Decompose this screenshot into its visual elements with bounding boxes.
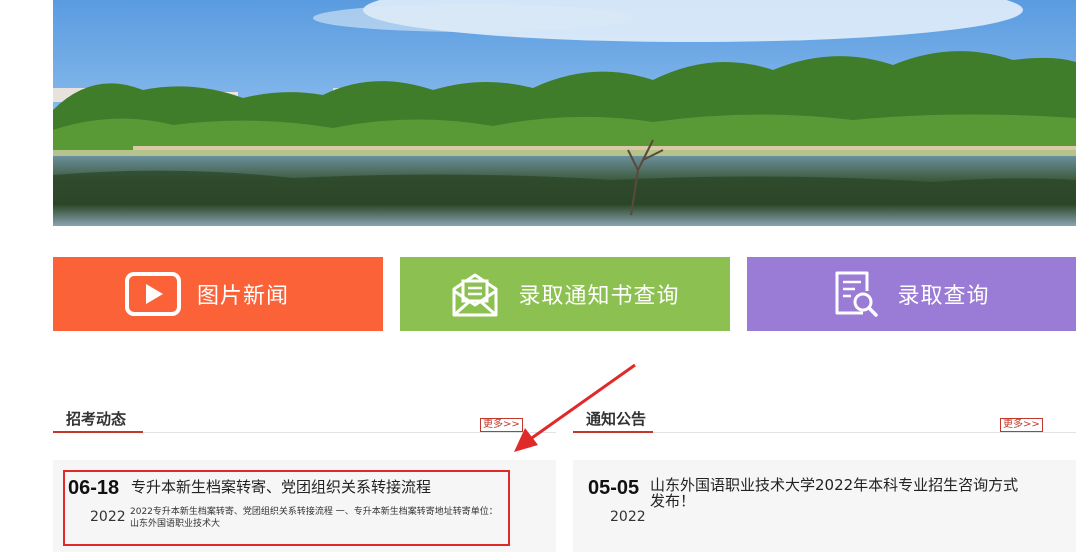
tile-admission-query-label: 录取查询: [897, 284, 990, 309]
envelope-icon: [450, 269, 500, 319]
play-icon: [125, 272, 181, 316]
tile-picture-news-label: 图片新闻: [197, 284, 290, 309]
news-summary: 2022专升本新生档案转寄、党团组织关系转接流程 一、专升本新生档案转寄地址转寄…: [130, 507, 498, 529]
section-title-underline: [573, 431, 653, 433]
banner-image: [53, 0, 1076, 226]
news-date-year: 2022: [90, 509, 126, 525]
news-title-link[interactable]: 专升本新生档案转寄、党团组织关系转接流程: [131, 479, 431, 495]
section-title-notices: 通知公告: [586, 410, 647, 428]
tile-admission-letter-query-label: 录取通知书查询: [518, 284, 680, 309]
lake-scene-image: [53, 0, 1076, 226]
news-date-day: 06-18: [68, 477, 120, 499]
tile-admission-query[interactable]: 录取查询: [747, 257, 1076, 331]
tile-admission-letter-query[interactable]: 录取通知书查询: [400, 257, 730, 331]
document-search-icon: [833, 269, 879, 319]
more-link-admission-news[interactable]: 更多>>: [480, 418, 523, 432]
section-title-underline: [53, 431, 143, 433]
notice-title-link[interactable]: 山东外国语职业技术大学2022年本科专业招生咨询方式发布！: [650, 477, 1020, 509]
notice-date-year: 2022: [610, 509, 646, 525]
notice-date-day: 05-05: [588, 477, 640, 499]
section-title-admission-news: 招考动态: [66, 410, 127, 428]
more-link-notices[interactable]: 更多>>: [1000, 418, 1043, 432]
tile-picture-news[interactable]: 图片新闻: [53, 257, 383, 331]
